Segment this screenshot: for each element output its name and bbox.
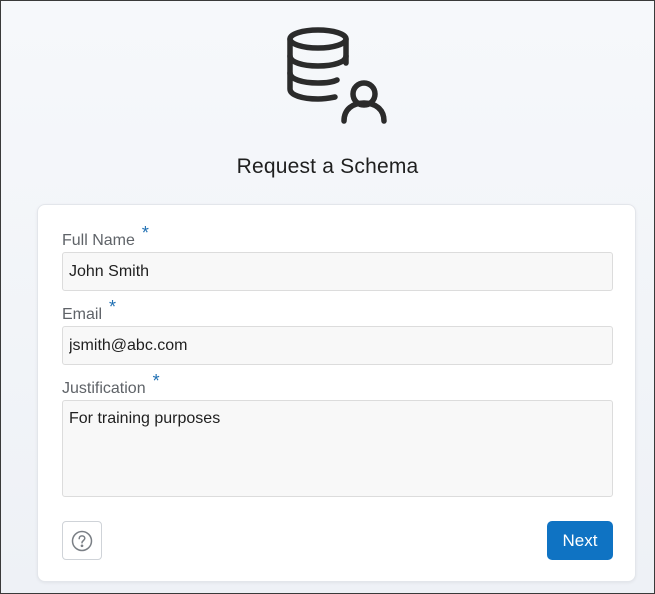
database-user-icon — [287, 27, 387, 124]
page-title: Request a Schema — [236, 155, 419, 178]
required-marker: * — [141, 223, 149, 243]
request-schema-panel: Request a Schema Full Name* Email* Justi… — [0, 0, 655, 594]
form-card: Full Name* Email* Justification* For tra… — [37, 204, 636, 582]
full-name-field[interactable] — [62, 252, 613, 291]
help-button[interactable] — [62, 521, 102, 560]
next-button[interactable]: Next — [547, 521, 613, 560]
email-field[interactable] — [62, 326, 613, 365]
justification-label: Justification * — [62, 371, 160, 397]
question-circle-icon — [71, 530, 93, 551]
email-label: Email * — [62, 297, 117, 323]
full-name-label: Full Name * — [62, 223, 149, 249]
justification-field[interactable]: For training purposes — [62, 400, 613, 497]
required-marker: * — [152, 371, 160, 391]
required-marker: * — [109, 297, 117, 317]
